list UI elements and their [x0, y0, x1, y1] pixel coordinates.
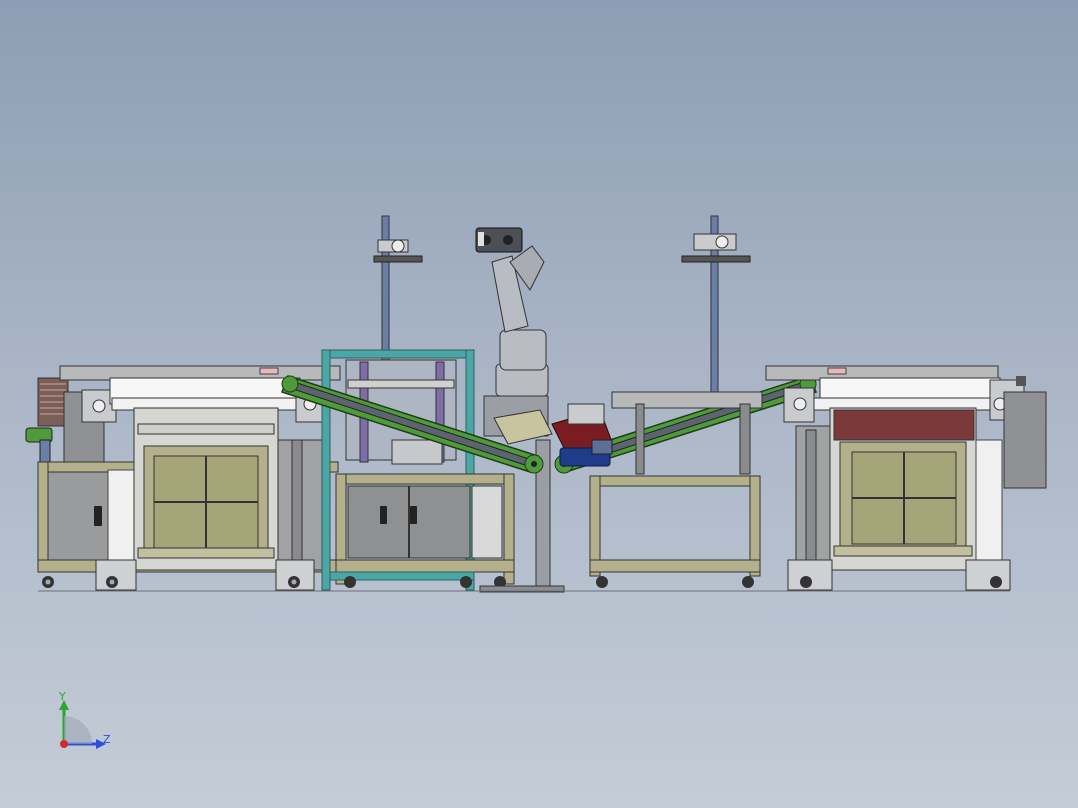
- z-axis-label: Z: [103, 733, 111, 746]
- y-axis-label: Y: [58, 690, 66, 703]
- graphics-viewport[interactable]: Y Z: [0, 0, 1078, 808]
- center-cabinet[interactable]: [321, 349, 515, 591]
- cad-assembly-view[interactable]: Y Z: [0, 0, 1078, 808]
- right-camera-pole[interactable]: [681, 215, 751, 393]
- orientation-triad[interactable]: Y Z: [58, 690, 111, 749]
- x-axis-icon: [60, 740, 68, 748]
- right-table[interactable]: [567, 391, 763, 588]
- right-machine[interactable]: [765, 365, 1047, 591]
- left-machine[interactable]: [25, 365, 341, 591]
